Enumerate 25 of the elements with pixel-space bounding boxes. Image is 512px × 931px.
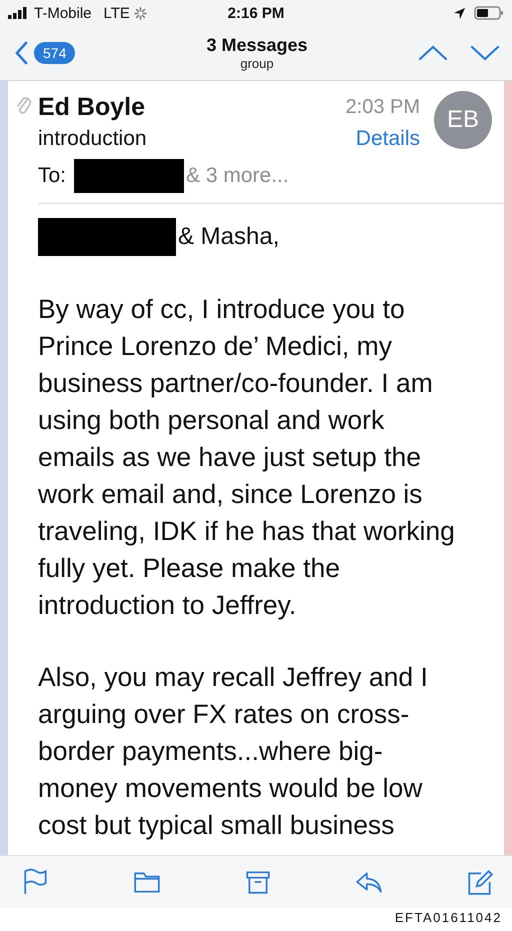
network-type: LTE [104, 4, 130, 22]
activity-spinner-icon [134, 6, 147, 20]
body-paragraph: By way of cc, I introduce you to Prince Lorenzo de’ Medici, my business partner/co-founder. I am using both personal and work emails as we have just setup the work email and, since Lorenzo is traveling, IDK if he has that working fully yet. Please make the introduction to Jeffrey. [38, 293, 456, 622]
greeting-text: & Masha, [178, 223, 280, 251]
sender-avatar: EB [434, 91, 492, 149]
battery-icon [474, 6, 504, 20]
location-arrow-icon [453, 6, 466, 20]
message-subject: introduction [38, 127, 147, 151]
more-recipients-link[interactable]: & 3 more... [186, 164, 289, 188]
body-paragraph: Also, you may recall Jeffrey and I arguing over FX rates on cross- border payments...where big- money movements would be low cost but typical small business [38, 661, 429, 842]
previous-message-icon[interactable] [418, 45, 448, 61]
thread-title: 3 Messages [206, 35, 308, 56]
compose-icon[interactable] [466, 868, 494, 896]
message-time: 2:03 PM [346, 96, 420, 118]
next-message-icon[interactable] [470, 45, 500, 61]
carrier-name: T-Mobile [34, 4, 92, 22]
unread-count-badge[interactable]: 574 [34, 42, 76, 64]
sender-name: Ed Boyle [38, 92, 145, 122]
clock-time: 2:16 PM [228, 4, 284, 22]
details-link[interactable]: Details [356, 127, 420, 151]
recipient-label: To: [38, 164, 66, 188]
document-id-label: EFTA01611042 [394, 910, 502, 925]
thread-subtitle: group [240, 56, 274, 71]
back-chevron-icon[interactable] [14, 41, 28, 65]
paperclip-icon [16, 95, 32, 117]
